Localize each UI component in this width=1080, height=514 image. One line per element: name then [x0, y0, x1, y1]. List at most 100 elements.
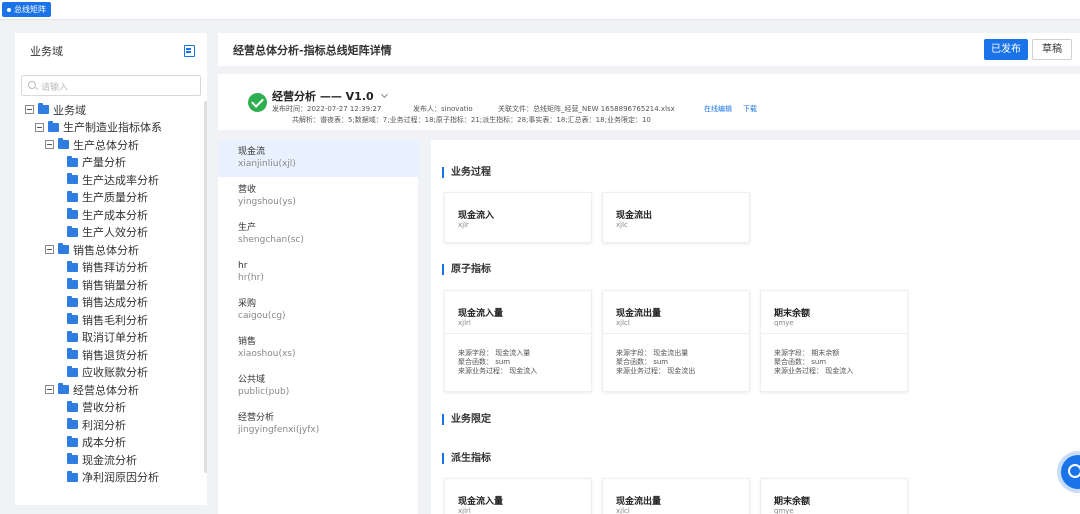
tree-node-label: 应收账款分析 — [82, 366, 148, 379]
card-divider — [761, 333, 907, 334]
tree-node[interactable]: 销售退货分析 — [67, 346, 148, 363]
folder-icon — [67, 313, 78, 324]
folder-icon — [38, 103, 49, 114]
collapse-icon[interactable] — [45, 245, 54, 254]
collapse-icon[interactable] — [45, 385, 54, 394]
tree-node[interactable]: 销售拜访分析 — [67, 259, 148, 276]
card-title: 现金流入量 — [458, 309, 504, 319]
published-button[interactable]: 已发布 — [984, 39, 1028, 60]
tree-node[interactable]: 销售销量分析 — [67, 276, 148, 293]
category-name: 销售 — [238, 337, 257, 347]
download-link[interactable]: 下载 — [743, 104, 757, 114]
tree-node[interactable]: 产量分析 — [67, 154, 126, 171]
search-icon — [28, 81, 36, 89]
tree-node-label: 业务域 — [53, 103, 86, 117]
card-title: 现金流入 — [458, 211, 495, 221]
tree-node[interactable]: 生产制造业指标体系 — [35, 119, 162, 136]
card-code: xjlcl — [616, 507, 630, 514]
tree-node-label: 生产人效分析 — [82, 226, 148, 239]
tree-node[interactable]: 经营总体分析 — [45, 381, 139, 398]
tree-node[interactable]: 销售毛利分析 — [67, 311, 148, 328]
category-item[interactable]: 采购 caigou(cg) — [218, 292, 420, 329]
card-code: xjlrl — [458, 507, 471, 514]
category-code: caigou(cg) — [238, 311, 286, 321]
collapse-icon[interactable] — [35, 122, 44, 132]
tree-node[interactable]: 成本分析 — [67, 434, 126, 451]
category-item[interactable]: 营收 yingshou(ys) — [218, 178, 420, 215]
sidebar: 业务域 请输入 业务域生产制造业指标体系 生产总体分析 产量分析 生产达成率分析 生产质… — [15, 33, 207, 505]
tree-node-label: 销售拜访分析 — [82, 261, 148, 274]
category-name: 生产 — [238, 223, 257, 233]
section-atomic-metrics: 原子指标 — [442, 264, 491, 275]
related-file: 关联文件：总线矩阵_经营_NEW 1658896765214.xlsx — [498, 105, 675, 113]
online-edit-link[interactable]: 在线编辑 — [704, 104, 732, 114]
metric-card[interactable]: 期末余额 qmye 来源字段： 期末余额 聚合函数： sum 来源业务过程： 现金流入 — [760, 290, 908, 392]
folder-icon — [67, 470, 78, 482]
metric-card[interactable]: 现金流出 xjlc — [602, 192, 750, 243]
tree-node-label: 利润分析 — [82, 418, 126, 432]
metric-card[interactable]: 现金流出量 xjlcl — [602, 478, 750, 514]
tree-node[interactable]: 生产质量分析 — [67, 189, 148, 206]
tree-node-label: 现金流分析 — [82, 453, 137, 467]
edit-icon[interactable] — [184, 45, 195, 57]
category-item[interactable]: 公共域 public(pub) — [218, 368, 420, 405]
metrics-content: 业务过程 现金流入 xjlr 现金流出 xjlc 原子指标 现金流入量 xjlrl 来源字… — [431, 140, 1080, 514]
category-name: 经营分析 — [238, 413, 275, 423]
tab-label: 总线矩阵 — [14, 5, 46, 14]
card-detail: 来源业务过程： 现金流出 — [616, 367, 696, 375]
folder-icon — [67, 260, 78, 272]
card-divider — [445, 333, 591, 334]
tree-node[interactable]: 现金流分析 — [67, 451, 137, 468]
tree-node[interactable]: 应收账款分析 — [67, 364, 148, 381]
category-item[interactable]: hr hr(hr) — [218, 254, 420, 291]
folder-icon — [67, 295, 78, 307]
card-code: qmye — [774, 319, 794, 327]
card-code: xjlrl — [458, 319, 471, 327]
tab-dot-icon — [7, 7, 11, 12]
tree-node[interactable]: 净利润原因分析 — [67, 469, 159, 486]
version-selector[interactable]: 经营分析 —— V1.0 — [272, 88, 388, 104]
page-title: 经营总体分析-指标总线矩阵详情 — [233, 44, 392, 57]
card-detail: 来源业务过程： 现金流入 — [774, 367, 854, 375]
category-name: 公共域 — [238, 375, 266, 385]
metric-card[interactable]: 现金流出量 xjlcl 来源字段： 现金流出量 聚合函数： sum 来源业务过程： 现金… — [602, 290, 750, 392]
collapse-icon[interactable] — [45, 140, 54, 149]
draft-button[interactable]: 草稿 — [1032, 39, 1072, 60]
page-header: 经营总体分析-指标总线矩阵详情 已发布 草稿 — [218, 33, 1080, 66]
folder-icon — [67, 173, 78, 184]
tree-node-label: 经营总体分析 — [73, 383, 139, 397]
tree-node[interactable]: 业务域 — [25, 101, 86, 118]
tree-node-label: 净利润原因分析 — [82, 471, 159, 484]
search-input[interactable]: 请输入 — [21, 75, 201, 96]
category-name: 营收 — [238, 185, 257, 195]
folder-icon — [67, 365, 78, 377]
tree-node[interactable]: 营收分析 — [67, 399, 126, 416]
domain-tree: 业务域生产制造业指标体系 生产总体分析 产量分析 生产达成率分析 生产质量分析 生产成本分… — [25, 101, 201, 497]
tree-node-label: 销售总体分析 — [73, 243, 139, 257]
tree-scrollbar[interactable] — [204, 101, 207, 473]
category-item[interactable]: 生产 shengchan(sc) — [218, 216, 420, 253]
tree-node[interactable]: 生产达成率分析 — [67, 171, 159, 188]
tree-node[interactable]: 生产成本分析 — [67, 206, 148, 223]
tab-bus-matrix[interactable]: 总线矩阵 — [2, 2, 51, 17]
tree-node[interactable]: 生产总体分析 — [45, 136, 139, 153]
category-code: xianjinliu(xjl) — [238, 159, 296, 169]
category-item[interactable]: 经营分析 jingyingfenxi(jyfx) — [218, 406, 420, 443]
category-code: shengchan(sc) — [238, 235, 304, 245]
folder-icon — [58, 383, 69, 394]
tree-node[interactable]: 取消订单分析 — [67, 329, 148, 346]
folder-icon — [58, 243, 69, 254]
tree-node[interactable]: 销售达成分析 — [67, 294, 148, 311]
metric-card[interactable]: 现金流入量 xjlrl 来源字段： 现金流入量 聚合函数： sum 来源业务过程： 现金… — [444, 290, 592, 392]
tree-node[interactable]: 利润分析 — [67, 416, 126, 433]
tree-node[interactable]: 销售总体分析 — [45, 241, 139, 258]
tree-node[interactable]: 生产人效分析 — [67, 224, 148, 241]
metric-card[interactable]: 现金流入 xjlr — [444, 192, 592, 243]
metric-card[interactable]: 现金流入量 xjlrl — [444, 478, 592, 514]
folder-icon — [67, 278, 78, 289]
category-item[interactable]: 现金流 xianjinliu(xjl) — [218, 140, 420, 177]
card-code: qmye — [774, 507, 794, 514]
category-item[interactable]: 销售 xiaoshou(xs) — [218, 330, 420, 367]
metric-card[interactable]: 期末余额 qmye — [760, 478, 908, 514]
collapse-icon[interactable] — [25, 105, 34, 114]
